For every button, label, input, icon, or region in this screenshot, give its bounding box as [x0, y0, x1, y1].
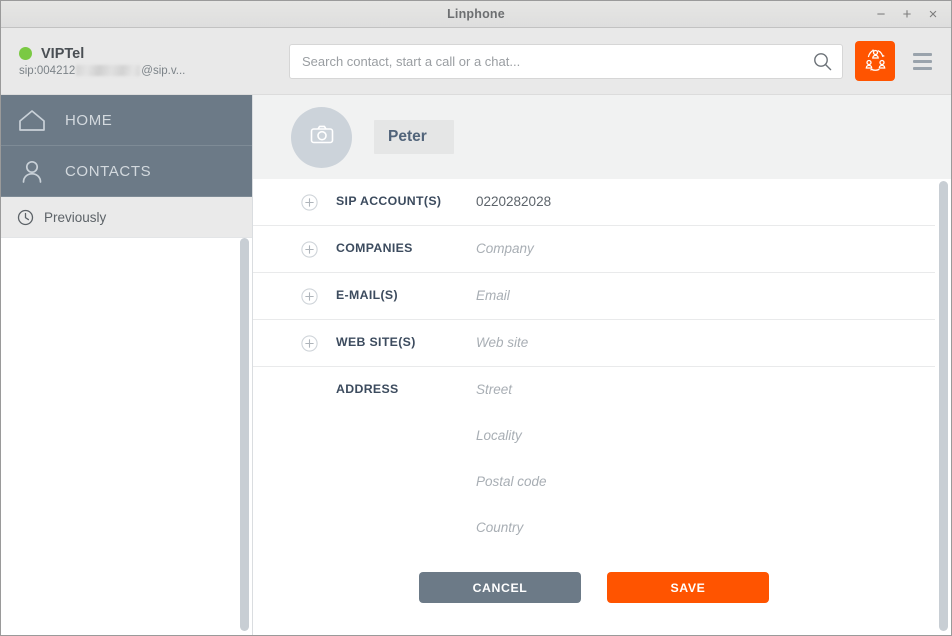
- sidebar-item-previously[interactable]: Previously: [1, 197, 252, 237]
- sip-account-input-0[interactable]: [476, 179, 935, 225]
- add-website-icon[interactable]: [301, 335, 318, 352]
- contact-person-icon: [15, 156, 49, 186]
- account-name: VIPTel: [41, 45, 85, 62]
- field-row-companies: COMPANIES: [253, 226, 935, 273]
- field-values-address: [476, 367, 935, 551]
- save-button[interactable]: SAVE: [607, 572, 769, 603]
- header-actions: [253, 41, 951, 81]
- camera-icon: [307, 120, 337, 155]
- app-body: HOME CONTACTS Previously Peter SIP ACCOU…: [1, 95, 951, 635]
- clock-icon: [17, 209, 34, 226]
- form-actions: CANCEL SAVE: [253, 551, 935, 603]
- field-label-emails: E-MAIL(S): [336, 288, 398, 302]
- search-icon[interactable]: [813, 52, 832, 71]
- address-street-input[interactable]: [476, 367, 935, 413]
- add-email-icon[interactable]: [301, 288, 318, 305]
- account-sip-prefix: sip:004212: [19, 64, 76, 77]
- field-row-websites: WEB SITE(S): [253, 320, 935, 367]
- contact-form: SIP ACCOUNT(S) COMPANIE: [253, 179, 951, 635]
- sidebar-item-home-label: HOME: [65, 111, 113, 129]
- add-company-icon[interactable]: [301, 241, 318, 258]
- add-sip-account-icon[interactable]: [301, 194, 318, 211]
- contact-name-input[interactable]: [374, 120, 454, 154]
- conference-icon: [862, 46, 889, 76]
- hamburger-menu-icon: [912, 52, 932, 56]
- field-row-sip-accounts: SIP ACCOUNT(S): [253, 179, 935, 226]
- contact-edit-panel: SIP ACCOUNT(S) COMPANIE: [253, 95, 951, 635]
- contact-header: [253, 95, 951, 179]
- sidebar-item-contacts[interactable]: CONTACTS: [1, 146, 252, 197]
- main-menu-button[interactable]: [907, 44, 937, 78]
- hamburger-menu-icon-line2: [912, 59, 932, 63]
- app-header: VIPTel sip:004212 @sip.v...: [1, 28, 951, 95]
- main-scrollbar[interactable]: [939, 181, 948, 631]
- sidebar-contact-list: [1, 237, 252, 635]
- hamburger-menu-icon-line3: [912, 66, 932, 70]
- field-values-websites: [476, 320, 935, 366]
- main-scrollbar-thumb[interactable]: [939, 181, 948, 631]
- start-conference-button[interactable]: [855, 41, 895, 81]
- redacted-sip-segment: [76, 65, 141, 76]
- sidebar: HOME CONTACTS Previously: [1, 95, 253, 635]
- contact-form-rows: SIP ACCOUNT(S) COMPANIE: [253, 179, 951, 603]
- status-online-dot: [19, 47, 32, 60]
- field-values-companies: [476, 226, 935, 272]
- window-title: Linphone: [447, 7, 505, 21]
- account-panel[interactable]: VIPTel sip:004212 @sip.v...: [1, 28, 253, 94]
- company-input-0[interactable]: [476, 226, 935, 272]
- field-row-address: ADDRESS: [253, 367, 935, 551]
- address-postal-code-input[interactable]: [476, 459, 935, 505]
- field-label-companies: COMPANIES: [336, 241, 413, 255]
- cancel-button[interactable]: CANCEL: [419, 572, 581, 603]
- home-icon: [15, 105, 49, 135]
- search-box[interactable]: [289, 43, 843, 79]
- field-label-address: ADDRESS: [336, 382, 399, 396]
- account-sip-suffix: @sip.v...: [141, 64, 186, 77]
- window-controls: − + ×: [869, 1, 945, 28]
- search-input[interactable]: [302, 53, 813, 69]
- field-label-websites: WEB SITE(S): [336, 335, 416, 349]
- close-button[interactable]: ×: [921, 4, 945, 26]
- sidebar-scrollbar[interactable]: [240, 238, 249, 631]
- sidebar-item-home[interactable]: HOME: [1, 95, 252, 146]
- minimize-button[interactable]: −: [869, 4, 893, 26]
- email-input-0[interactable]: [476, 273, 935, 319]
- sidebar-scrollbar-thumb[interactable]: [240, 238, 249, 631]
- account-sip-address: sip:004212 @sip.v...: [19, 65, 253, 77]
- account-name-row: VIPTel: [19, 46, 253, 62]
- title-bar: Linphone − + ×: [1, 1, 951, 28]
- field-values-emails: [476, 273, 935, 319]
- website-input-0[interactable]: [476, 320, 935, 366]
- address-country-input[interactable]: [476, 505, 935, 551]
- app-window: Linphone − + × VIPTel sip:004212 @sip.v.…: [0, 0, 952, 636]
- field-row-emails: E-MAIL(S): [253, 273, 935, 320]
- sidebar-item-previously-label: Previously: [44, 209, 107, 225]
- maximize-button[interactable]: +: [895, 4, 919, 26]
- address-locality-input[interactable]: [476, 413, 935, 459]
- field-label-sip-accounts: SIP ACCOUNT(S): [336, 194, 442, 208]
- sidebar-item-contacts-label: CONTACTS: [65, 162, 152, 180]
- field-values-sip-accounts: [476, 179, 935, 225]
- avatar[interactable]: [291, 106, 352, 168]
